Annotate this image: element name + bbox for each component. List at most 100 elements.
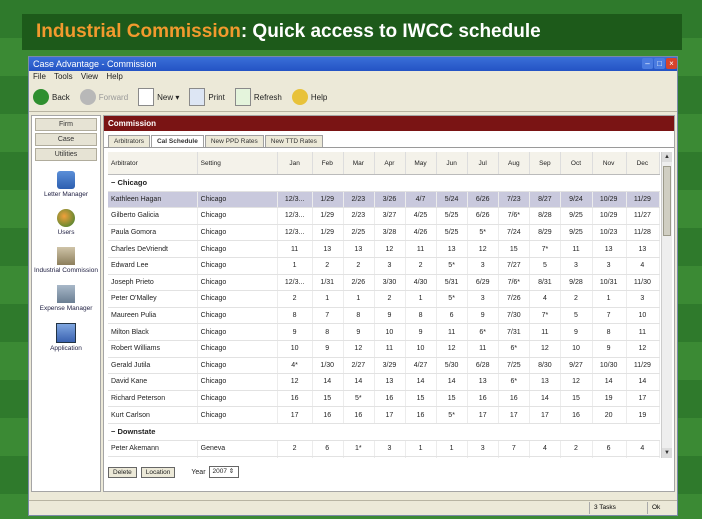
sidebar-button-utilities[interactable]: Utilities [35, 148, 97, 161]
month-cell: 12 [343, 340, 375, 358]
column-header[interactable]: May [405, 152, 438, 175]
back-button[interactable]: Back [33, 89, 70, 105]
table-row[interactable]: Paula Gomora Chicago 12/3... 1/29 2/25 3/28 4/… [108, 224, 660, 242]
month-cell: 14 [626, 373, 660, 391]
column-header[interactable]: Apr [374, 152, 406, 175]
sidebar-item-letter-manager[interactable]: Letter Manager [32, 171, 100, 199]
tab-cal-schedule[interactable]: Cal Schedule [150, 135, 204, 147]
month-cell: 5* [436, 257, 469, 275]
refresh-icon [234, 88, 251, 106]
table-row[interactable]: Edward Lee Chicago 1 2 2 3 2 5* 3 7/27 5 3 3 4 [108, 257, 660, 275]
sidebar-item-application[interactable]: Application [32, 323, 100, 353]
sidebar-item-label: Expense Manager [39, 305, 93, 312]
month-cell: 7/6* [498, 207, 531, 225]
month-cell: 12 [277, 373, 313, 391]
maximize-icon[interactable]: □ [654, 58, 665, 69]
table-row[interactable]: Charles DeVriendt Chicago 11 13 13 12 11 13 12 15… [108, 240, 660, 258]
column-header[interactable]: Jul [467, 152, 500, 175]
location-button[interactable]: Location [140, 466, 176, 478]
arbitrator-cell: Maureen Pulia [108, 307, 198, 325]
print-button[interactable]: Print [189, 88, 225, 106]
column-header[interactable]: Sep [529, 152, 562, 175]
tab-arbitrators[interactable]: Arbitrators [108, 135, 150, 147]
column-header[interactable]: Jan [277, 152, 313, 175]
table-row[interactable]: David Kane Chicago 12 14 14 13 14 14 13 6* 13 12 14 1… [108, 373, 660, 391]
month-cell: 8 [343, 307, 375, 325]
month-cell: 15 [312, 390, 344, 408]
table-row[interactable]: Richard Peterson Chicago 16 15 5* 16 15 15 16 16 1… [108, 390, 660, 408]
month-cell: 2/25 [343, 224, 375, 242]
delete-button[interactable]: Delete [108, 466, 137, 478]
tab-new-ppd-rates[interactable]: New PPD Rates [204, 135, 264, 147]
table-row[interactable]: Gerald Jutila Chicago 4* 1/30 2/27 3/29 4/27 5/… [108, 357, 660, 375]
table-row[interactable]: Maureen Pulia Chicago 8 7 8 9 8 6 9 7/30 7* 5 7 10 [108, 307, 660, 325]
month-cell: 7/27 [498, 257, 531, 275]
setting-cell: Chicago [197, 357, 279, 375]
month-cell: 3 [467, 257, 500, 275]
column-header[interactable]: Nov [592, 152, 627, 175]
schedule-table: Arbitrator Setting Jan Feb Mar Apr May Jun Jul Au… [108, 152, 660, 458]
scroll-thumb[interactable] [663, 166, 671, 236]
column-header[interactable]: Oct [560, 152, 593, 175]
menu-tools[interactable]: Tools [54, 72, 73, 81]
column-header[interactable]: Aug [498, 152, 531, 175]
column-header[interactable]: Dec [626, 152, 660, 175]
table-row[interactable]: Gilberto Galicia Chicago 12/3... 1/29 2/23 3/… [108, 207, 660, 225]
menu-view[interactable]: View [81, 72, 98, 81]
app-window: Case Advantage - Commission – □ × File T… [28, 56, 678, 516]
table-row[interactable]: Peter AkemannRockford91313*1015121014111… [108, 456, 660, 458]
table-row[interactable]: Kurt Carlson Chicago 17 16 16 17 16 5* 17 17 17 16 2… [108, 406, 660, 424]
column-header[interactable]: Setting [197, 152, 279, 175]
menu-file[interactable]: File [33, 72, 46, 81]
column-header[interactable]: Arbitrator [108, 152, 198, 175]
vertical-scrollbar[interactable]: ▲ ▼ [661, 152, 672, 458]
group-row[interactable]: − Downstate [108, 423, 660, 441]
month-cell: 8/31 [529, 274, 562, 292]
arbitrator-cell: Richard Peterson [108, 390, 198, 408]
sidebar-item-label: Industrial Commission [34, 267, 98, 274]
group-row[interactable]: − Chicago [108, 174, 660, 192]
help-button[interactable]: Help [291, 89, 327, 105]
table-row[interactable]: Peter Akemann Geneva 2 6 1* 3 1 1 3 7 4 2 6 4 [108, 440, 660, 458]
sidebar-item-industrial-commission[interactable]: Industrial Commission [32, 247, 100, 275]
users-icon [57, 209, 75, 227]
table-row[interactable]: Joseph Prieto Chicago 12/3... 1/31 2/26 3/30 4… [108, 274, 660, 292]
refresh-button[interactable]: Refresh [234, 88, 282, 106]
sidebar-item-expense-manager[interactable]: Expense Manager [32, 285, 100, 313]
new-document-icon [138, 88, 155, 106]
minimize-icon[interactable]: – [642, 58, 653, 69]
table-row[interactable]: Robert Williams Chicago 10 9 12 11 10 12 11 6* 12 1… [108, 340, 660, 358]
column-header[interactable]: Feb [312, 152, 344, 175]
title-bar: Case Advantage - Commission – □ × [29, 57, 677, 71]
close-icon[interactable]: × [666, 58, 677, 69]
month-cell: 10 [560, 456, 593, 458]
scroll-down-icon[interactable]: ▼ [662, 448, 672, 458]
column-header[interactable]: Mar [343, 152, 375, 175]
table-row[interactable]: Kathleen Hagan Chicago 12/3... 1/29 2/23 3/26… [108, 191, 660, 209]
month-cell: 16 [405, 406, 438, 424]
arbitrator-cell: David Kane [108, 373, 198, 391]
month-cell: 16 [343, 406, 375, 424]
sidebar-button-firm[interactable]: Firm [35, 118, 97, 131]
table-row[interactable]: Peter O'Malley Chicago 2 1 1 2 1 5* 3 7/26 4 2 1 3 [108, 290, 660, 308]
month-cell: 7* [529, 240, 562, 258]
month-cell: 3 [467, 440, 500, 458]
new-button[interactable]: New ▾ [138, 88, 179, 106]
table-row[interactable]: Milton Black Chicago 9 8 9 10 9 11 6* 7/31 11 9 8 11 [108, 323, 660, 341]
column-header[interactable]: Jun [436, 152, 469, 175]
menu-help[interactable]: Help [106, 72, 122, 81]
tab-new-ttd-rates[interactable]: New TTD Rates [264, 135, 323, 147]
month-cell: 5* [436, 290, 469, 308]
year-spinner[interactable]: 2007 ⇕ [208, 466, 239, 478]
month-cell: 6* [498, 373, 531, 391]
month-cell: 14 [498, 456, 531, 458]
sidebar-item-users[interactable]: Users [32, 209, 100, 237]
setting-cell: Geneva [197, 440, 279, 458]
scroll-up-icon[interactable]: ▲ [662, 152, 672, 162]
month-cell: 11/27 [626, 207, 660, 225]
forward-button[interactable]: Forward [79, 89, 128, 105]
month-cell: 1* [343, 440, 375, 458]
month-cell: 10/29 [592, 207, 627, 225]
setting-cell: Chicago [197, 191, 279, 209]
sidebar-button-case[interactable]: Case [35, 133, 97, 146]
